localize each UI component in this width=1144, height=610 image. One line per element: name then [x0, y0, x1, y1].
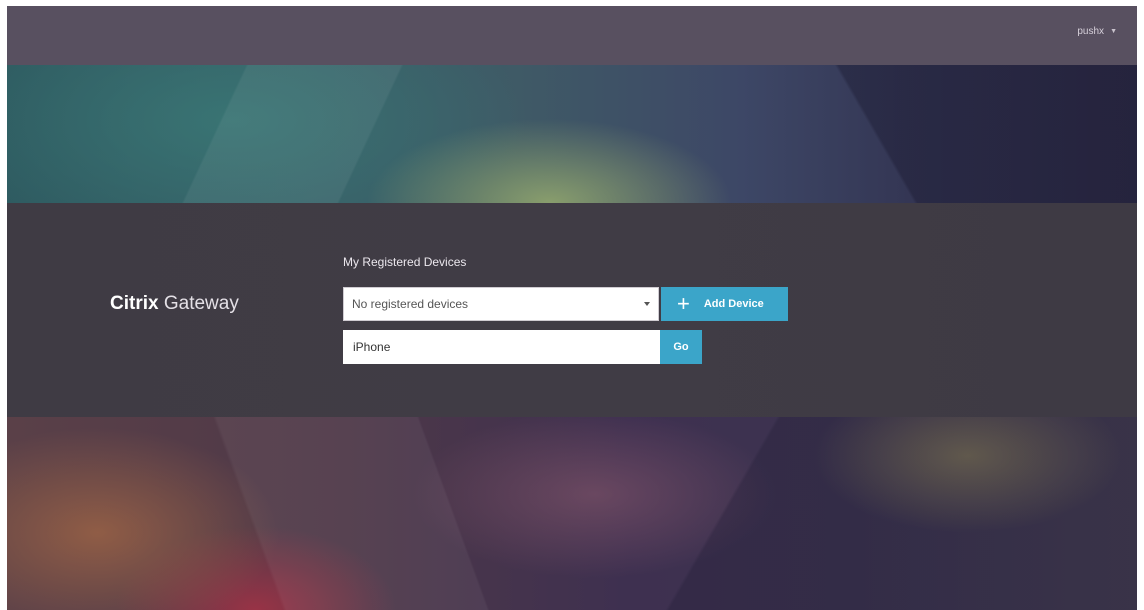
top-bar: pushx ▼	[7, 6, 1137, 65]
add-device-button[interactable]: + Add Device	[661, 287, 788, 321]
device-name-input[interactable]	[343, 330, 660, 364]
dropdown-arrow-icon	[644, 302, 650, 306]
select-value: No registered devices	[352, 297, 469, 311]
section-title: My Registered Devices	[343, 255, 467, 269]
user-name: pushx	[1077, 26, 1105, 37]
brand-name-light: Gateway	[163, 293, 239, 314]
background-top	[7, 65, 1137, 203]
brand-logo: Citrix Gateway	[110, 293, 239, 315]
plus-icon: +	[677, 291, 690, 316]
chevron-down-icon: ▼	[1110, 28, 1117, 35]
add-device-label: Add Device	[703, 298, 764, 310]
background-bottom	[7, 417, 1137, 610]
brand-name-bold: Citrix	[110, 293, 159, 314]
user-menu[interactable]: pushx ▼	[1077, 26, 1117, 37]
go-button[interactable]: Go	[660, 330, 702, 364]
registered-devices-select[interactable]: No registered devices	[343, 287, 659, 321]
